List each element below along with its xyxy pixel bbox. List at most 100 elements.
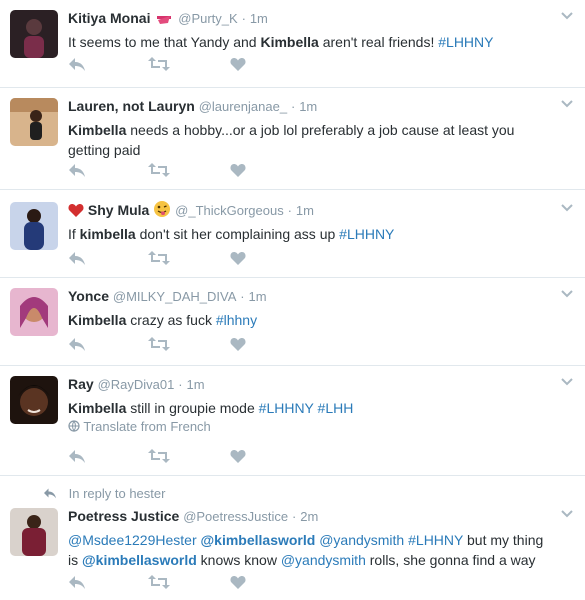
globe-icon bbox=[68, 420, 80, 432]
author-handle[interactable]: @RayDiva01 bbox=[98, 377, 175, 392]
chevron-down-icon[interactable] bbox=[561, 98, 573, 110]
tweet-actions bbox=[68, 250, 268, 270]
red-heart-emoji-icon bbox=[68, 204, 84, 217]
tweet-text: Kimbella still in groupie mode #LHHNY #L… bbox=[68, 400, 354, 416]
avatar-image bbox=[10, 10, 58, 58]
hashtag-link[interactable]: #LHH bbox=[318, 400, 354, 416]
tweet-timestamp[interactable]: 1m bbox=[296, 203, 314, 218]
highlighted-keyword: Kimbella bbox=[260, 34, 319, 50]
author-name[interactable]: Yonce bbox=[68, 288, 109, 304]
like-icon[interactable] bbox=[230, 448, 246, 464]
tweet[interactable]: In reply to hester Poetress Justice @Poe… bbox=[0, 476, 585, 600]
chevron-down-icon[interactable] bbox=[561, 376, 573, 388]
author-name[interactable]: Lauren, not Lauryn bbox=[68, 98, 195, 114]
highlighted-keyword: Kimbella bbox=[68, 122, 127, 138]
retweet-icon[interactable] bbox=[148, 336, 170, 352]
avatar-image bbox=[10, 508, 58, 556]
tweet[interactable]: Kitiya Monai @Purty_K · 1m It seems to m… bbox=[0, 0, 585, 88]
reply-icon[interactable] bbox=[68, 162, 86, 178]
like-icon[interactable] bbox=[230, 250, 246, 266]
reply-icon[interactable] bbox=[68, 250, 86, 266]
separator-dot: · bbox=[292, 509, 297, 524]
tweet-actions bbox=[68, 336, 268, 356]
reply-context-label: In reply to hester bbox=[68, 486, 166, 501]
tweet-feed: Kitiya Monai @Purty_K · 1m It seems to m… bbox=[0, 0, 585, 600]
separator-dot: · bbox=[178, 377, 183, 392]
mention-link[interactable]: @kimbellasworld bbox=[201, 532, 316, 548]
author-name[interactable]: Shy Mula bbox=[88, 202, 149, 218]
tweet[interactable]: Lauren, not Lauryn @laurenjanae_ · 1m Ki… bbox=[0, 88, 585, 190]
mention-link[interactable]: @yandysmith bbox=[281, 552, 366, 568]
mention-link[interactable]: @Msdee1229Hester bbox=[68, 532, 197, 548]
reply-icon[interactable] bbox=[68, 56, 86, 72]
tweet-timestamp[interactable]: 1m bbox=[299, 99, 317, 114]
tweet[interactable]: Ray @RayDiva01 · 1m Kimbella still in gr… bbox=[0, 366, 585, 476]
hashtag-link[interactable]: #LHHNY bbox=[259, 400, 314, 416]
nail-polish-emoji-icon bbox=[157, 16, 172, 24]
highlighted-keyword: kimbella bbox=[79, 226, 136, 242]
reply-context[interactable]: In reply to hester bbox=[43, 486, 165, 501]
reply-icon[interactable] bbox=[68, 574, 86, 590]
winking-tongue-emoji-icon bbox=[154, 201, 171, 217]
author-handle[interactable]: @laurenjanae_ bbox=[199, 99, 287, 114]
author-name[interactable]: Ray bbox=[68, 376, 94, 392]
separator-dot: · bbox=[287, 203, 292, 218]
tweet-timestamp[interactable]: 1m bbox=[186, 377, 204, 392]
separator-dot: · bbox=[240, 289, 245, 304]
author-name[interactable]: Poetress Justice bbox=[68, 508, 179, 524]
retweet-icon[interactable] bbox=[148, 162, 170, 178]
avatar[interactable] bbox=[10, 10, 58, 58]
retweet-icon[interactable] bbox=[148, 56, 170, 72]
translate-label: Translate from French bbox=[83, 419, 211, 434]
tweet-text: Kimbella crazy as fuck #lhhny bbox=[68, 312, 258, 328]
tweet[interactable]: Yonce @MILKY_DAH_DIVA · 1m Kimbella craz… bbox=[0, 278, 585, 366]
translate-link[interactable]: Translate from French bbox=[68, 419, 211, 434]
mention-link[interactable]: @yandysmith bbox=[319, 532, 404, 548]
chevron-down-icon[interactable] bbox=[561, 508, 573, 520]
tweet-actions bbox=[68, 574, 268, 594]
avatar-image bbox=[10, 98, 58, 146]
tweet-actions bbox=[68, 162, 268, 182]
avatar[interactable] bbox=[10, 376, 58, 424]
retweet-icon[interactable] bbox=[148, 250, 170, 266]
like-icon[interactable] bbox=[230, 574, 246, 590]
author-handle[interactable]: @Purty_K bbox=[178, 11, 237, 26]
author-handle[interactable]: @MILKY_DAH_DIVA bbox=[113, 289, 237, 304]
tweet-text: If kimbella don't sit her complaining as… bbox=[68, 226, 395, 242]
highlighted-keyword: Kimbella bbox=[68, 312, 127, 328]
like-icon[interactable] bbox=[230, 56, 246, 72]
like-icon[interactable] bbox=[230, 162, 246, 178]
avatar[interactable] bbox=[10, 288, 58, 336]
avatar[interactable] bbox=[10, 98, 58, 146]
chevron-down-icon[interactable] bbox=[561, 202, 573, 214]
tweet-text: @Msdee1229Hester @kimbellasworld @yandys… bbox=[68, 532, 544, 568]
hashtag-link[interactable]: #LHHNY bbox=[339, 226, 394, 242]
tweet-timestamp[interactable]: 2m bbox=[300, 509, 318, 524]
tweet-timestamp[interactable]: 1m bbox=[250, 11, 268, 26]
retweet-icon[interactable] bbox=[148, 574, 170, 590]
chevron-down-icon[interactable] bbox=[561, 288, 573, 300]
highlighted-keyword: Kimbella bbox=[68, 400, 127, 416]
avatar[interactable] bbox=[10, 202, 58, 250]
author-handle[interactable]: @_ThickGorgeous bbox=[175, 203, 284, 218]
like-icon[interactable] bbox=[230, 336, 246, 352]
retweet-icon[interactable] bbox=[148, 448, 170, 464]
reply-icon[interactable] bbox=[68, 448, 86, 464]
author-handle[interactable]: @PoetressJustice bbox=[183, 509, 288, 524]
avatar-image bbox=[10, 202, 58, 250]
tweet[interactable]: Shy Mula @_ThickGorgeous · 1m If kimbell… bbox=[0, 190, 585, 278]
tweet-text: It seems to me that Yandy and Kimbella a… bbox=[68, 34, 494, 50]
author-name[interactable]: Kitiya Monai bbox=[68, 10, 150, 26]
hashtag-link[interactable]: #LHHNY bbox=[438, 34, 493, 50]
mention-link[interactable]: @kimbellasworld bbox=[82, 552, 197, 568]
hashtag-link[interactable]: #lhhny bbox=[216, 312, 257, 328]
chevron-down-icon[interactable] bbox=[561, 10, 573, 22]
reply-icon[interactable] bbox=[68, 336, 86, 352]
reply-icon bbox=[44, 488, 56, 499]
hashtag-link[interactable]: #LHHNY bbox=[408, 532, 463, 548]
tweet-timestamp[interactable]: 1m bbox=[249, 289, 267, 304]
separator-dot: · bbox=[290, 99, 296, 114]
separator-dot: · bbox=[241, 11, 246, 26]
tweet-actions bbox=[68, 448, 268, 468]
avatar[interactable] bbox=[10, 508, 58, 556]
